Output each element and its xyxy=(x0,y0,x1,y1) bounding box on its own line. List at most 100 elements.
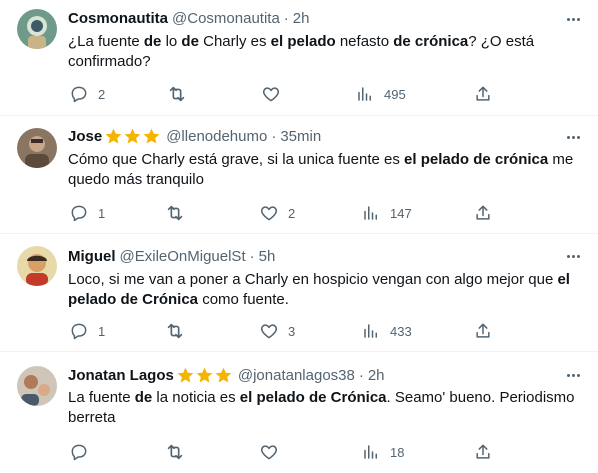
reply-button[interactable] xyxy=(68,440,98,464)
bold-text: pelado de Crónica xyxy=(68,291,199,308)
share-button[interactable] xyxy=(472,82,494,106)
timestamp[interactable]: 35min xyxy=(280,128,321,145)
star-icon xyxy=(177,367,194,383)
reply-count: 1 xyxy=(98,205,106,221)
more-icon[interactable] xyxy=(562,127,584,147)
tweet-header: Miguel @ExileOnMiguelSt · 5h xyxy=(68,246,275,266)
reply-button[interactable]: 1 xyxy=(68,319,105,343)
like-icon xyxy=(258,320,280,342)
tweet-jose[interactable]: Jose @llenodehumo · 35min Cómo que Charl… xyxy=(0,117,598,234)
more-icon[interactable] xyxy=(562,246,584,266)
retweet-button[interactable] xyxy=(166,82,196,106)
separator-dot: · xyxy=(283,9,289,27)
user-handle[interactable]: @llenodehumo xyxy=(166,128,267,145)
reply-icon xyxy=(68,320,90,342)
retweet-icon xyxy=(164,202,186,224)
views-button[interactable]: 147 xyxy=(360,201,412,225)
share-button[interactable] xyxy=(472,440,494,464)
avatar[interactable] xyxy=(17,128,57,168)
star-icon xyxy=(105,128,122,144)
retweet-button[interactable] xyxy=(164,319,194,343)
avatar[interactable] xyxy=(17,9,57,49)
like-button[interactable] xyxy=(258,440,288,464)
tweet-text-line: La fuente de la noticia es el pelado de … xyxy=(68,388,588,408)
like-button[interactable]: 3 xyxy=(258,319,295,343)
views-icon xyxy=(354,83,376,105)
bold-text: de xyxy=(181,33,199,50)
share-icon xyxy=(472,83,494,105)
like-button[interactable] xyxy=(260,82,290,106)
text-run: quedo más tranquilo xyxy=(68,171,204,188)
text-run: berreta xyxy=(68,409,116,426)
share-button[interactable] xyxy=(472,201,494,225)
retweet-button[interactable] xyxy=(164,440,194,464)
reply-icon xyxy=(68,441,90,463)
timestamp[interactable]: 2h xyxy=(293,10,310,27)
text-run: ¿La fuente xyxy=(68,33,144,50)
bold-text: de xyxy=(134,389,153,406)
share-icon xyxy=(472,320,494,342)
like-icon xyxy=(258,202,280,224)
text-run: nefasto xyxy=(335,33,394,50)
star-icon xyxy=(124,128,141,144)
reply-icon xyxy=(68,83,90,105)
star-rating xyxy=(104,127,161,146)
views-button[interactable]: 495 xyxy=(354,82,406,106)
reply-button[interactable]: 2 xyxy=(68,82,105,106)
tweet-text: Loco, si me van a poner a Charly en hosp… xyxy=(68,270,588,310)
display-name[interactable]: Jose xyxy=(68,128,102,145)
user-handle[interactable]: @jonatanlagos38 xyxy=(238,367,355,384)
separator-dot: · xyxy=(358,366,364,384)
retweet-button[interactable] xyxy=(164,201,194,225)
avatar[interactable] xyxy=(17,366,57,406)
share-button[interactable] xyxy=(472,319,494,343)
text-run: me xyxy=(548,151,574,168)
bold-text: de xyxy=(143,33,162,50)
views-icon xyxy=(360,202,382,224)
display-name[interactable]: Cosmonautita xyxy=(68,10,168,27)
like-icon xyxy=(258,441,280,463)
bold-text: el pelado de Crónica xyxy=(239,389,387,406)
bold-text: el pelado xyxy=(270,33,336,50)
tweet-text-line: quedo más tranquilo xyxy=(68,170,588,190)
text-run: como fuente. xyxy=(198,291,289,308)
timestamp[interactable]: 5h xyxy=(259,248,276,265)
view-count: 18 xyxy=(390,444,405,460)
views-button[interactable]: 18 xyxy=(360,440,404,464)
tweet-text-line: berreta xyxy=(68,408,588,428)
tweet-miguel[interactable]: Miguel @ExileOnMiguelSt · 5h Loco, si me… xyxy=(0,235,598,352)
display-name[interactable]: Jonatan Lagos xyxy=(68,367,174,384)
tweet-header: Jose @llenodehumo · 35min xyxy=(68,126,321,146)
star-icon xyxy=(143,128,160,144)
avatar[interactable] xyxy=(17,246,57,286)
retweet-icon xyxy=(166,83,188,105)
bold-text: de crónica xyxy=(393,33,469,50)
reply-count: 1 xyxy=(98,323,106,339)
tweet-header: Jonatan Lagos @jonatanlagos38 · 2h xyxy=(68,365,385,385)
star-rating xyxy=(176,366,233,385)
view-count: 147 xyxy=(390,205,412,221)
like-icon xyxy=(260,83,282,105)
display-name[interactable]: Miguel xyxy=(68,248,116,265)
tweet-jonatan-lagos[interactable]: Jonatan Lagos @jonatanlagos38 · 2h La fu… xyxy=(0,353,598,473)
tweet-text: Cómo que Charly está grave, si la unica … xyxy=(68,150,588,190)
text-run: confirmado? xyxy=(68,53,151,70)
tweet-text-line: confirmado? xyxy=(68,52,588,72)
user-handle[interactable]: @Cosmonautita xyxy=(172,10,280,27)
tweet-cosmonautita[interactable]: Cosmonautita @Cosmonautita · 2h ¿La fuen… xyxy=(0,0,598,116)
text-run: lo xyxy=(161,33,182,50)
more-icon[interactable] xyxy=(562,365,584,385)
view-count: 495 xyxy=(384,86,406,102)
text-run: La fuente xyxy=(68,389,135,406)
separator-dot: · xyxy=(271,127,277,145)
like-count: 2 xyxy=(288,205,296,221)
timestamp[interactable]: 2h xyxy=(368,367,385,384)
like-button[interactable]: 2 xyxy=(258,201,295,225)
more-icon[interactable] xyxy=(562,9,584,29)
share-icon xyxy=(472,441,494,463)
action-bar: 1 2 147 xyxy=(58,201,498,225)
views-button[interactable]: 433 xyxy=(360,319,412,343)
share-icon xyxy=(472,202,494,224)
reply-button[interactable]: 1 xyxy=(68,201,105,225)
user-handle[interactable]: @ExileOnMiguelSt xyxy=(120,248,246,265)
